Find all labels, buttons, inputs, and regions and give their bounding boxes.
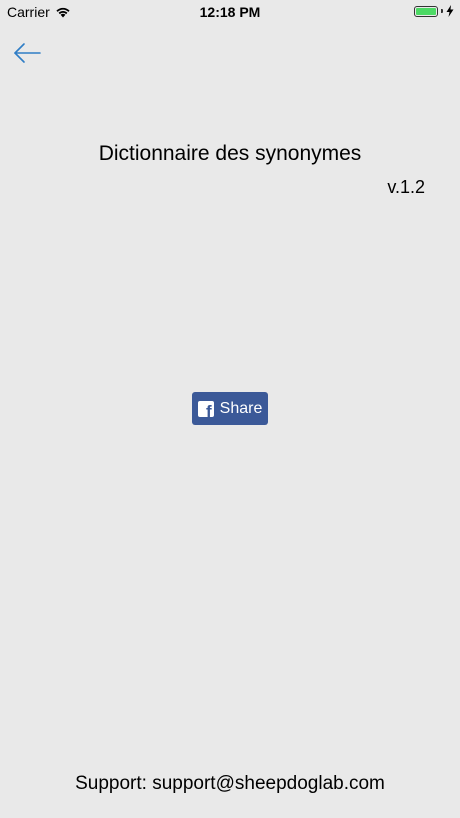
status-bar: Carrier 12:18 PM xyxy=(0,0,460,24)
status-time: 12:18 PM xyxy=(199,4,261,20)
facebook-icon: f xyxy=(197,400,214,417)
version-label: v.1.2 xyxy=(387,177,425,197)
support-contact: Support: support@sheepdoglab.com xyxy=(75,773,385,794)
battery-fill xyxy=(416,7,436,15)
app-title: Dictionnaire des synonymes xyxy=(98,142,362,165)
battery-nub xyxy=(441,9,443,13)
back-button[interactable] xyxy=(12,41,42,65)
battery-icon xyxy=(414,5,438,17)
facebook-share-button[interactable]: f Share xyxy=(192,392,268,425)
arrow-left-icon xyxy=(14,43,41,63)
charging-bolt-icon xyxy=(446,5,454,17)
share-label: Share xyxy=(219,399,263,417)
battery-indicator xyxy=(414,5,454,17)
